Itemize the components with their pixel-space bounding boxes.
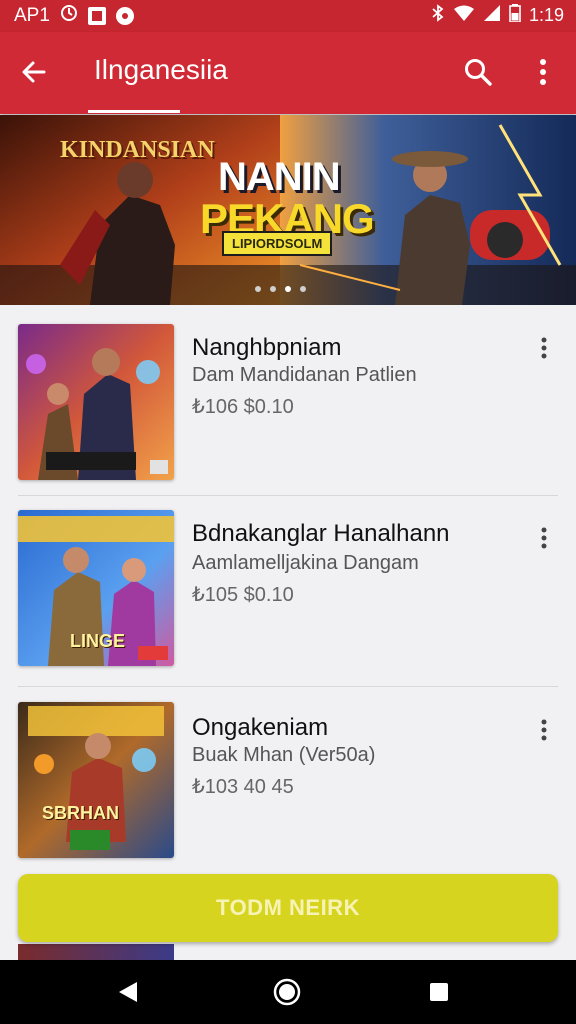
list-item[interactable]: LINGE Bdnakanglar Hanalhann Aamlamelljak… <box>0 496 576 676</box>
sync-icon <box>60 4 78 28</box>
page-dot[interactable] <box>270 286 276 292</box>
banner-title-line1: NANIN <box>218 155 341 199</box>
game-thumbnail[interactable]: LINGE <box>18 510 174 666</box>
notification-square-icon <box>87 7 106 25</box>
nav-recents-icon <box>430 983 448 1001</box>
notification-circle-icon <box>115 7 134 25</box>
back-arrow-icon <box>22 61 46 83</box>
list-item[interactable]: SBRHAN Ongakeniam Buak Mhan (Ver50a) ₺10… <box>0 688 576 868</box>
more-vert-icon <box>541 337 547 359</box>
page-title: Ilnganesiia <box>94 54 228 85</box>
search-icon <box>465 59 492 86</box>
divider <box>18 686 558 687</box>
item-subtitle: Dam Mandidanan Patlien <box>192 364 417 386</box>
more-vert-icon <box>540 59 546 85</box>
status-right: 1:19 <box>431 4 564 27</box>
status-bar: AP1 1:19 <box>0 0 576 32</box>
status-time: 1:19 <box>528 5 564 25</box>
item-more-button[interactable] <box>530 714 558 746</box>
bluetooth-icon <box>431 4 445 27</box>
nav-home-button[interactable] <box>267 972 307 1012</box>
featured-banner[interactable]: KINDANSIAN NANIN PEKANG LIPIORDSOLM <box>0 115 576 305</box>
nav-recents-button[interactable] <box>419 972 459 1012</box>
wifi-icon <box>453 4 475 27</box>
item-more-button[interactable] <box>530 332 558 364</box>
banner-subtitle: KINDANSIAN <box>60 137 215 163</box>
thumbnail-caption: LINGE <box>70 631 126 651</box>
item-title: Ongakeniam <box>192 714 329 741</box>
game-thumbnail[interactable]: SBRHAN <box>18 702 174 858</box>
item-price: ₺105 $0.10 <box>192 584 294 606</box>
system-nav-bar <box>0 960 576 1024</box>
list-item[interactable]: Nanghbpniam Dam Mandidanan Patlien ₺106 … <box>0 306 576 486</box>
more-options-button[interactable] <box>526 52 560 92</box>
nav-back-button[interactable] <box>108 972 148 1012</box>
game-thumbnail[interactable] <box>18 324 174 480</box>
nav-home-icon <box>273 978 301 1006</box>
next-item-peek <box>18 944 174 960</box>
back-button[interactable] <box>16 54 52 90</box>
item-more-button[interactable] <box>530 522 558 554</box>
battery-icon <box>509 4 521 27</box>
item-price: ₺106 $0.10 <box>192 396 294 418</box>
signal-icon <box>483 4 501 27</box>
tab-indicator <box>88 110 180 113</box>
item-subtitle: Aamlamelljakina Dangam <box>192 552 419 574</box>
page-dot-active[interactable] <box>285 286 291 292</box>
page-dot[interactable] <box>300 286 306 292</box>
app-bar: Ilnganesiia <box>0 32 576 114</box>
status-left-text: AP1 <box>14 5 50 26</box>
banner-page-indicator <box>255 286 306 292</box>
primary-action-button[interactable]: TODM NEIRK <box>18 874 558 942</box>
item-title: Nanghbpniam <box>192 334 342 361</box>
item-title: Bdnakanglar Hanalhann <box>192 520 450 547</box>
page-dot[interactable] <box>255 286 261 292</box>
more-vert-icon <box>541 527 547 549</box>
banner-tag: LIPIORDSOLM <box>222 231 333 256</box>
item-subtitle: Buak Mhan (Ver50a) <box>192 744 376 766</box>
nav-back-icon <box>119 982 137 1002</box>
thumbnail-caption: SBRHAN <box>42 803 120 823</box>
more-vert-icon <box>541 719 547 741</box>
search-button[interactable] <box>458 52 498 92</box>
item-price: ₺103 40 45 <box>192 776 294 798</box>
status-left: AP1 <box>14 4 134 28</box>
